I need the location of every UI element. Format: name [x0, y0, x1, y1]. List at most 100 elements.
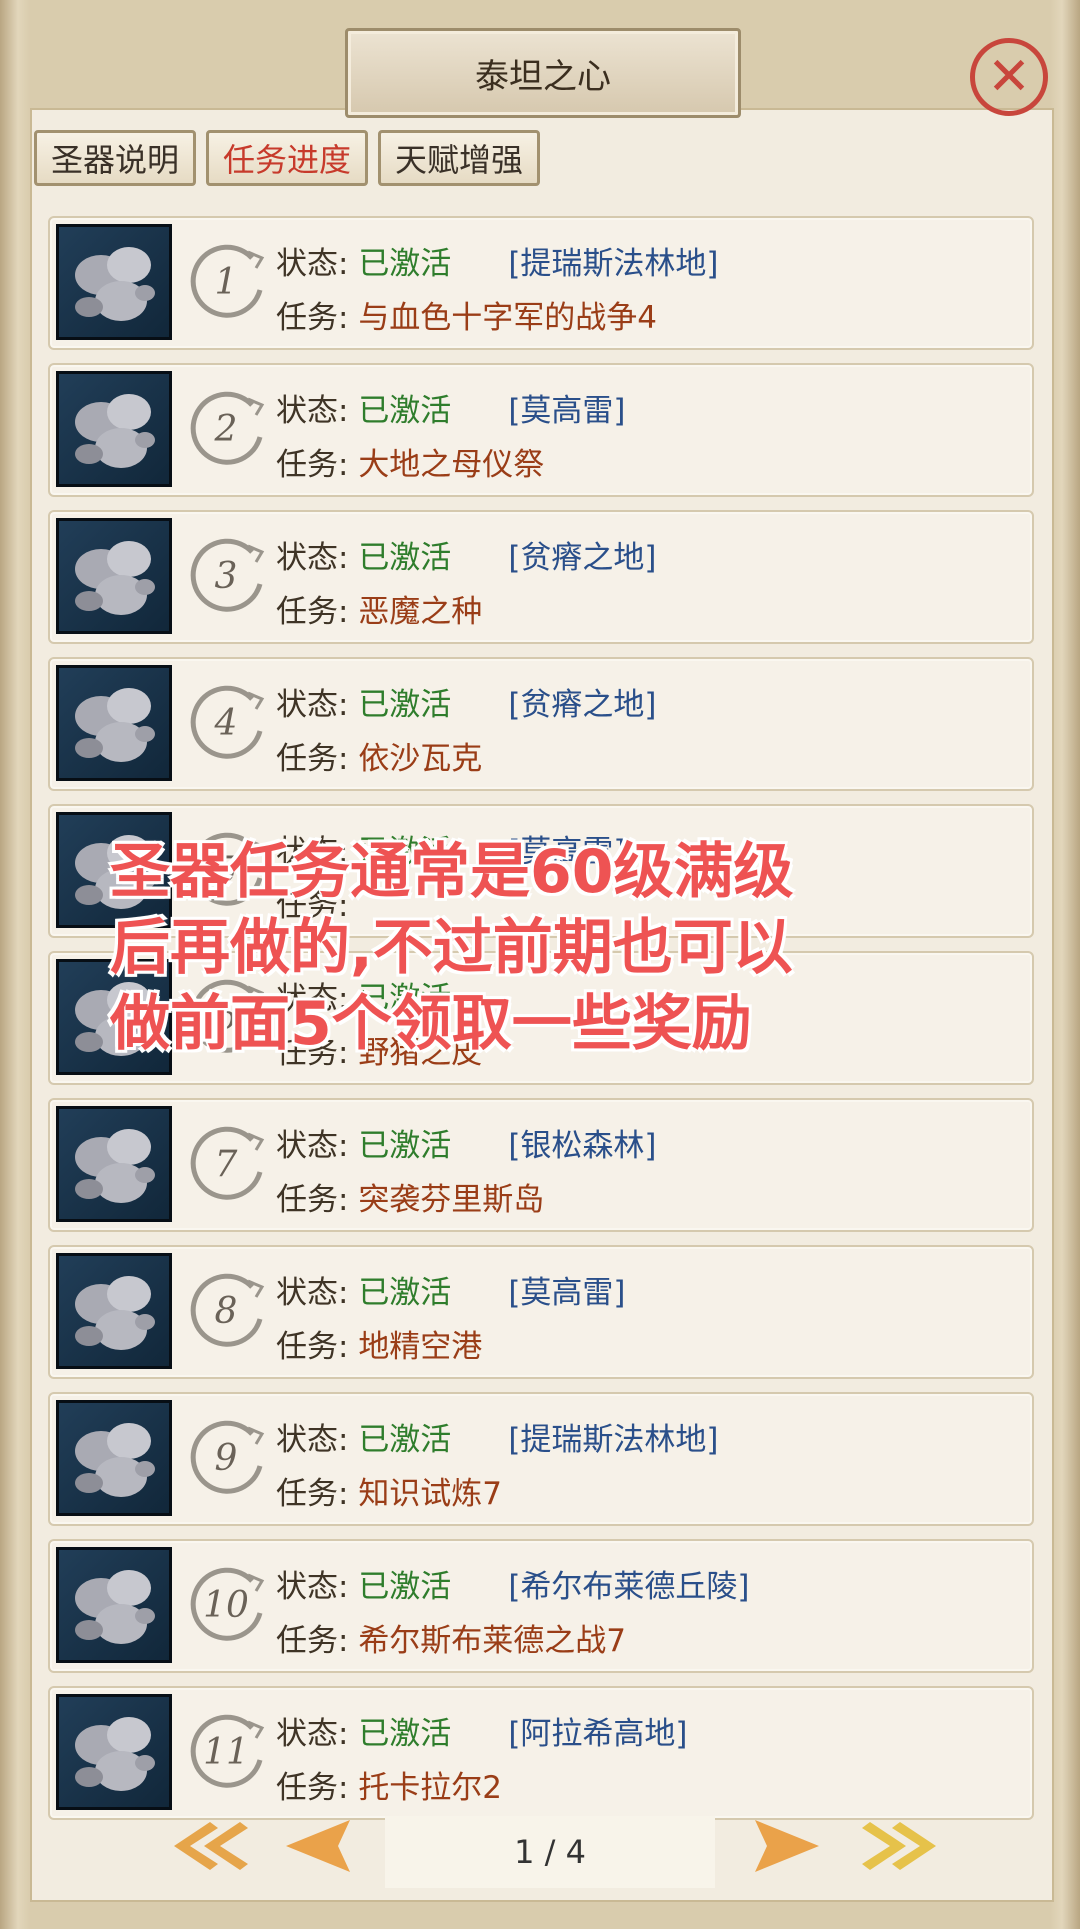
status-label: 状态: [276, 393, 349, 429]
task-label: 任务: [276, 300, 349, 336]
pagination: 1 / 4 [30, 1792, 1050, 1902]
dragon-ring-icon: 7 [182, 1120, 270, 1208]
status-line: 状态: 已激活 [希尔布莱德丘陵] [276, 1561, 750, 1606]
quest-task: 大地之母仪祭 [358, 447, 545, 483]
quest-task: 希尔斯布莱德之战7 [358, 1623, 627, 1659]
task-label: 任务: [276, 447, 349, 483]
quest-row[interactable]: 4 状态: 已激活 [贫瘠之地] 任务: 依沙瓦克 [48, 657, 1034, 791]
stone-artifact-icon [56, 1547, 172, 1663]
dragon-ring-icon: 2 [182, 385, 270, 473]
caption-overlay: 圣器任务通常是60级满级 后再做的,不过前期也可以 做前面5个领取一些奖励 [110, 834, 1010, 1062]
quest-location: [提瑞斯法林地] [508, 246, 719, 282]
quest-number: 11 [203, 1731, 249, 1773]
task-label: 任务: [276, 741, 349, 777]
quest-number: 4 [214, 702, 238, 744]
status-value: 已激活 [358, 540, 452, 576]
task-label: 任务: [276, 594, 349, 630]
quest-location: [阿拉希高地] [508, 1716, 688, 1752]
quest-row[interactable]: 8 状态: 已激活 [莫高雷] 任务: 地精空港 [48, 1245, 1034, 1379]
quest-row[interactable]: 7 状态: 已激活 [银松森林] 任务: 突袭芬里斯岛 [48, 1098, 1034, 1232]
quest-task: 依沙瓦克 [358, 741, 483, 777]
status-label: 状态: [276, 687, 349, 723]
quest-location: [提瑞斯法林地] [508, 1422, 719, 1458]
status-line: 状态: 已激活 [提瑞斯法林地] [276, 1414, 719, 1459]
quest-location: [莫高雷] [508, 1275, 626, 1311]
status-line: 状态: 已激活 [贫瘠之地] [276, 679, 657, 724]
status-line: 状态: 已激活 [提瑞斯法林地] [276, 238, 719, 283]
dragon-ring-icon: 10 [182, 1561, 270, 1649]
task-label: 任务: [276, 1329, 349, 1365]
stone-artifact-icon [56, 518, 172, 634]
task-label: 任务: [276, 1476, 349, 1512]
task-label: 任务: [276, 1623, 349, 1659]
dragon-ring-icon: 8 [182, 1267, 270, 1355]
status-value: 已激活 [358, 1128, 452, 1164]
stone-artifact-icon [56, 371, 172, 487]
task-line: 任务: 地精空港 [276, 1321, 482, 1366]
quest-location: [莫高雷] [508, 393, 626, 429]
quest-row[interactable]: 3 状态: 已激活 [贫瘠之地] 任务: 恶魔之种 [48, 510, 1034, 644]
status-label: 状态: [276, 246, 349, 282]
status-label: 状态: [276, 1716, 349, 1752]
quest-task: 与血色十字军的战争4 [358, 300, 658, 336]
status-value: 已激活 [358, 687, 452, 723]
quest-task: 突袭芬里斯岛 [358, 1182, 545, 1218]
window-title: 泰坦之心 [345, 28, 741, 118]
quest-number: 8 [214, 1290, 238, 1332]
task-line: 任务: 大地之母仪祭 [276, 439, 544, 484]
quest-task: 恶魔之种 [358, 594, 483, 630]
status-label: 状态: [276, 1422, 349, 1458]
double-right-arrow-icon[interactable] [860, 1816, 940, 1876]
quest-number: 10 [203, 1584, 249, 1626]
quest-number: 9 [214, 1437, 238, 1479]
tab-quest-progress[interactable]: 任务进度 [206, 130, 369, 186]
quest-location: [希尔布莱德丘陵] [508, 1569, 750, 1605]
caption-line: 做前面5个领取一些奖励 [110, 989, 752, 1059]
quest-number: 7 [214, 1143, 238, 1185]
status-value: 已激活 [358, 1422, 452, 1458]
status-value: 已激活 [358, 1716, 452, 1752]
status-label: 状态: [276, 1569, 349, 1605]
dragon-ring-icon: 1 [182, 238, 270, 326]
status-value: 已激活 [358, 1569, 452, 1605]
stone-artifact-icon [56, 1106, 172, 1222]
status-value: 已激活 [358, 246, 452, 282]
status-label: 状态: [276, 1275, 349, 1311]
left-arrow-icon[interactable] [280, 1816, 360, 1876]
quest-task: 知识试炼7 [358, 1476, 503, 1512]
quest-location: [贫瘠之地] [508, 687, 657, 723]
quest-row[interactable]: 1 状态: 已激活 [提瑞斯法林地] 任务: 与血色十字军的战争4 [48, 216, 1034, 350]
status-line: 状态: 已激活 [贫瘠之地] [276, 532, 657, 577]
status-line: 状态: 已激活 [银松森林] [276, 1120, 657, 1165]
quest-task: 地精空港 [358, 1329, 483, 1365]
quest-number: 2 [214, 408, 238, 450]
stone-artifact-icon [56, 1400, 172, 1516]
task-line: 任务: 突袭芬里斯岛 [276, 1174, 544, 1219]
status-line: 状态: 已激活 [阿拉希高地] [276, 1708, 688, 1753]
quest-row[interactable]: 10 状态: 已激活 [希尔布莱德丘陵] 任务: 希尔斯布莱德之战7 [48, 1539, 1034, 1673]
dragon-ring-icon: 3 [182, 532, 270, 620]
right-arrow-icon[interactable] [745, 1816, 825, 1876]
close-button[interactable]: ✕ [970, 38, 1048, 116]
task-label: 任务: [276, 1182, 349, 1218]
status-label: 状态: [276, 1128, 349, 1164]
quest-location: [贫瘠之地] [508, 540, 657, 576]
quest-row[interactable]: 2 状态: 已激活 [莫高雷] 任务: 大地之母仪祭 [48, 363, 1034, 497]
task-line: 任务: 与血色十字军的战争4 [276, 292, 657, 337]
status-value: 已激活 [358, 393, 452, 429]
stone-artifact-icon [56, 1253, 172, 1369]
caption-line: 后再做的,不过前期也可以 [110, 913, 793, 983]
quest-row[interactable]: 9 状态: 已激活 [提瑞斯法林地] 任务: 知识试炼7 [48, 1392, 1034, 1526]
task-line: 任务: 恶魔之种 [276, 586, 482, 631]
stone-artifact-icon [56, 665, 172, 781]
double-left-arrow-icon[interactable] [170, 1816, 250, 1876]
task-line: 任务: 知识试炼7 [276, 1468, 502, 1513]
quest-number: 1 [214, 261, 238, 303]
page-indicator: 1 / 4 [385, 1816, 715, 1888]
caption-line: 圣器任务通常是60级满级 [110, 837, 794, 907]
tab-talent-enhance[interactable]: 天赋增强 [378, 130, 541, 186]
tab-artifact-description[interactable]: 圣器说明 [34, 130, 197, 186]
dragon-ring-icon: 4 [182, 679, 270, 767]
tab-bar: 圣器说明 任务进度 天赋增强 [34, 130, 541, 186]
status-label: 状态: [276, 540, 349, 576]
